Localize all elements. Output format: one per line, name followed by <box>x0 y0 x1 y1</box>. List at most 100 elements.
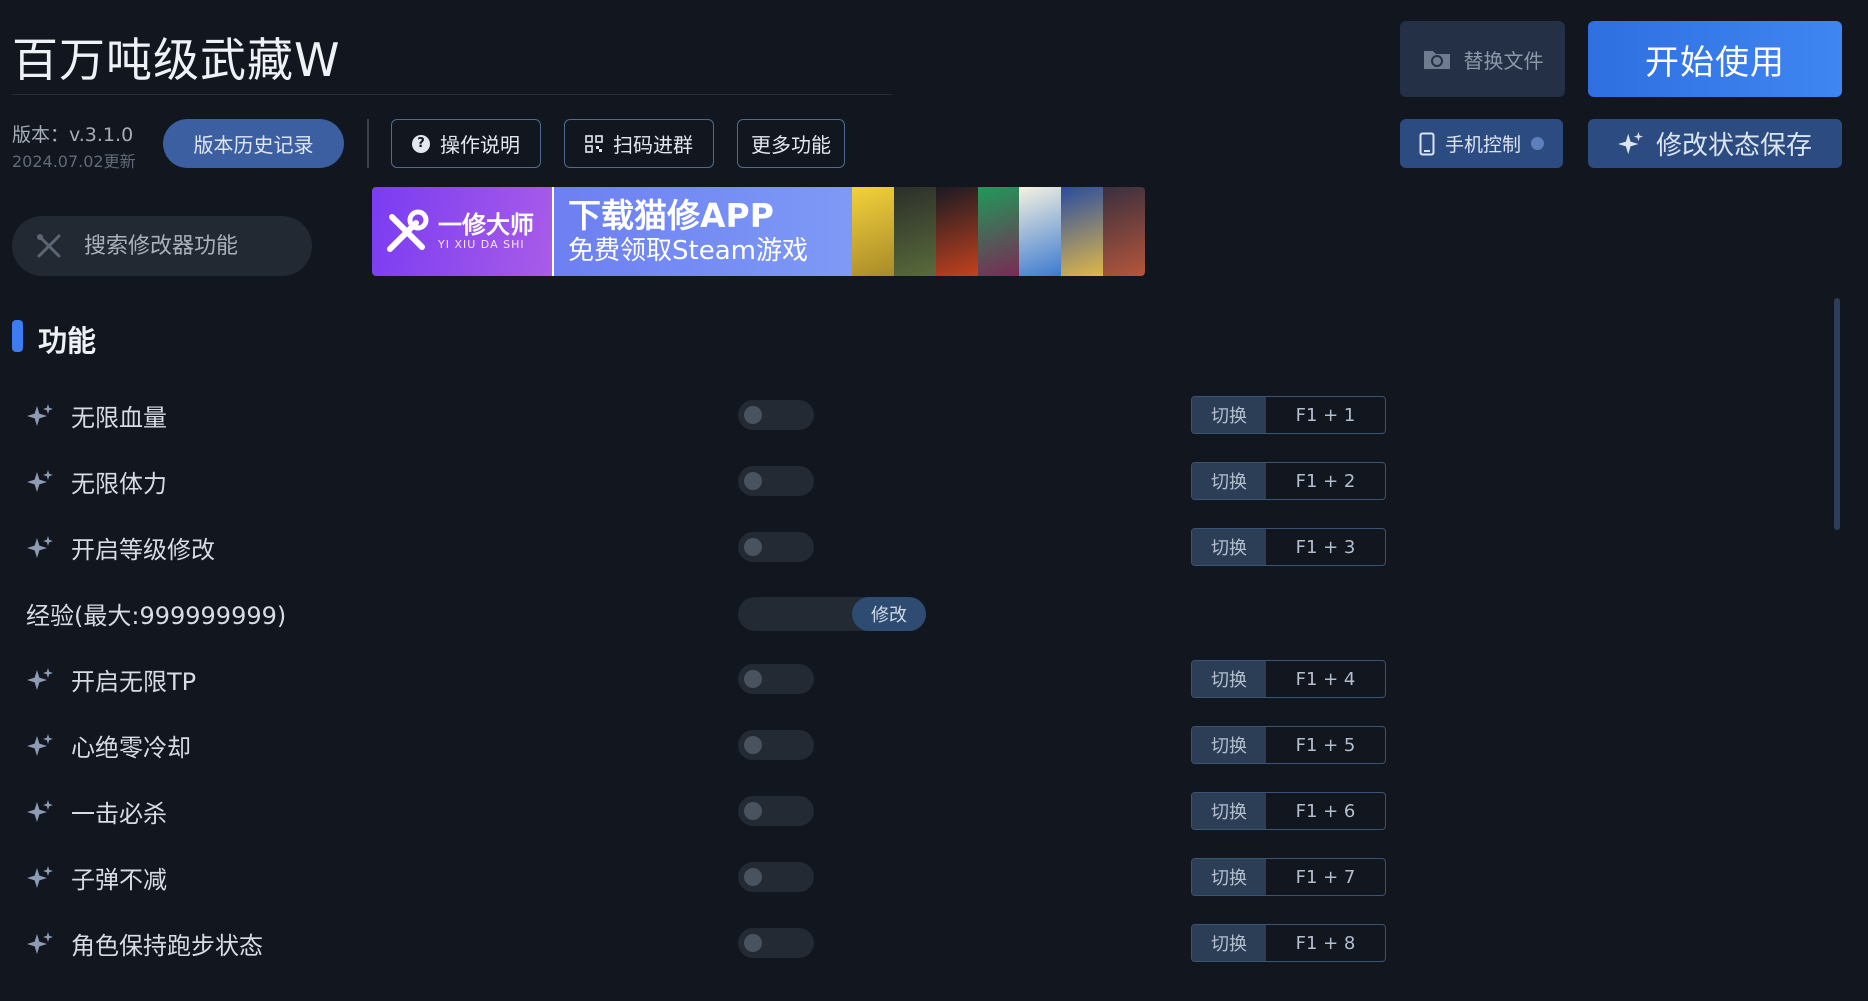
feature-label: 开启等级修改 <box>71 536 215 564</box>
phone-control-label: 手机控制 <box>1444 134 1521 156</box>
question-icon: ? <box>412 134 430 153</box>
hotkey-control[interactable]: 切换 F1 + 6 <box>1191 792 1386 830</box>
feature-label: 经验(最大:999999999) <box>26 602 287 630</box>
feature-label: 一击必杀 <box>71 800 167 828</box>
hotkey-value: F1 + 4 <box>1295 668 1356 690</box>
brand-sub: YI XIU DA SHI <box>438 238 525 251</box>
start-button[interactable]: 开始使用 <box>1588 21 1842 97</box>
feature-toggle[interactable] <box>738 664 814 694</box>
toggle-knob <box>744 934 762 952</box>
feature-label: 子弹不减 <box>71 866 167 894</box>
feature-row: 开启无限TP 切换 F1 + 4 <box>0 646 1868 712</box>
toggle-knob <box>744 736 762 754</box>
hotkey-tag: 切换 <box>1192 727 1266 763</box>
feature-label: 无限血量 <box>71 404 167 432</box>
banner-text: 下载猫修APP 免费领取Steam游戏 <box>552 187 852 276</box>
promo-banner[interactable]: 一修大师 YI XIU DA SHI 下载猫修APP 免费领取Steam游戏 <box>372 187 1145 276</box>
hotkey-tag: 切换 <box>1192 397 1266 433</box>
feature-toggle[interactable] <box>738 928 814 958</box>
sparkle-icon <box>27 668 53 690</box>
feature-label: 心绝零冷却 <box>71 734 191 762</box>
phone-icon <box>1419 132 1435 155</box>
modify-label: 修改 <box>871 605 907 626</box>
toggle-knob <box>744 472 762 490</box>
more-features-label: 更多功能 <box>751 133 831 157</box>
feature-toggle[interactable] <box>738 796 814 826</box>
banner-brand: 一修大师 YI XIU DA SHI <box>372 187 552 276</box>
toolbar-divider <box>367 119 369 168</box>
feature-toggle[interactable] <box>738 466 814 496</box>
hotkey-control[interactable]: 切换 F1 + 7 <box>1191 858 1386 896</box>
phone-control-button[interactable]: 手机控制 <box>1400 119 1563 168</box>
feature-label: 角色保持跑步状态 <box>71 932 263 960</box>
toggle-knob <box>744 670 762 688</box>
sparkle-icon <box>27 800 53 822</box>
hotkey-value: F1 + 7 <box>1295 866 1356 888</box>
feature-label: 无限体力 <box>71 470 167 498</box>
feature-row: 一击必杀 切换 F1 + 6 <box>0 778 1868 844</box>
status-dot <box>1531 137 1544 150</box>
save-state-label: 修改状态保存 <box>1655 131 1812 161</box>
search-box[interactable] <box>12 216 312 276</box>
hotkey-value: F1 + 8 <box>1295 932 1356 954</box>
banner-game-art <box>852 187 1145 276</box>
hotkey-control[interactable]: 切换 F1 + 1 <box>1191 396 1386 434</box>
section-accent <box>12 320 23 352</box>
feature-toggle[interactable] <box>738 400 814 430</box>
replace-file-button[interactable]: 替换文件 <box>1400 21 1565 97</box>
hotkey-control[interactable]: 切换 F1 + 3 <box>1191 528 1386 566</box>
feature-row: 子弹不减 切换 F1 + 7 <box>0 844 1868 910</box>
hotkey-tag: 切换 <box>1192 529 1266 565</box>
hotkey-tag: 切换 <box>1192 463 1266 499</box>
version-date: 2024.07.02更新 <box>12 152 136 171</box>
help-button[interactable]: ? 操作说明 <box>391 119 541 168</box>
hotkey-control[interactable]: 切换 F1 + 8 <box>1191 924 1386 962</box>
hotkey-value: F1 + 2 <box>1295 470 1356 492</box>
feature-label: 开启无限TP <box>71 668 197 696</box>
hotkey-value: F1 + 1 <box>1295 404 1356 426</box>
sparkle-icon <box>27 404 53 426</box>
feature-toggle[interactable] <box>738 862 814 892</box>
hotkey-control[interactable]: 切换 F1 + 5 <box>1191 726 1386 764</box>
feature-row-input: 经验(最大:999999999) 修改 <box>0 580 1868 646</box>
qr-group-button[interactable]: 扫码进群 <box>564 119 714 168</box>
feature-row: 开启等级修改 切换 F1 + 3 <box>0 514 1868 580</box>
search-tools-icon <box>37 234 61 258</box>
help-label: 操作说明 <box>440 133 520 157</box>
sparkle-icon <box>1617 131 1644 154</box>
qr-group-label: 扫码进群 <box>613 133 693 157</box>
hotkey-control[interactable]: 切换 F1 + 4 <box>1191 660 1386 698</box>
wrench-logo-icon <box>387 209 429 252</box>
toggle-knob <box>744 802 762 820</box>
hotkey-tag: 切换 <box>1192 859 1266 895</box>
banner-headline: 下载猫修APP <box>568 195 774 235</box>
feature-row: 无限血量 切换 F1 + 1 <box>0 382 1868 448</box>
hotkey-value: F1 + 5 <box>1295 734 1356 756</box>
folder-swap-icon <box>1423 51 1450 69</box>
toggle-knob <box>744 538 762 556</box>
hotkey-value: F1 + 6 <box>1295 800 1356 822</box>
hotkey-tag: 切换 <box>1192 925 1266 961</box>
title-divider <box>12 94 892 95</box>
version-label: 版本：v.3.1.0 <box>12 124 134 146</box>
feature-toggle[interactable] <box>738 730 814 760</box>
sparkle-icon <box>27 932 53 954</box>
hotkey-control[interactable]: 切换 F1 + 2 <box>1191 462 1386 500</box>
feature-row: 角色保持跑步状态 切换 F1 + 8 <box>0 910 1868 976</box>
modify-button[interactable]: 修改 <box>852 597 926 631</box>
hotkey-tag: 切换 <box>1192 793 1266 829</box>
more-features-button[interactable]: 更多功能 <box>737 119 845 168</box>
app-title: 百万吨级武藏W <box>12 33 341 87</box>
version-history-button[interactable]: 版本历史记录 <box>163 119 344 168</box>
qr-code-icon <box>585 134 603 153</box>
search-input[interactable] <box>82 232 306 260</box>
start-label: 开始使用 <box>1645 42 1785 83</box>
feature-row: 无限体力 切换 F1 + 2 <box>0 448 1868 514</box>
toggle-knob <box>744 406 762 424</box>
feature-toggle[interactable] <box>738 532 814 562</box>
replace-file-label: 替换文件 <box>1463 48 1544 73</box>
sparkle-icon <box>27 536 53 558</box>
feature-row: 心绝零冷却 切换 F1 + 5 <box>0 712 1868 778</box>
save-state-button[interactable]: 修改状态保存 <box>1588 119 1842 168</box>
section-title: 功能 <box>38 324 97 358</box>
